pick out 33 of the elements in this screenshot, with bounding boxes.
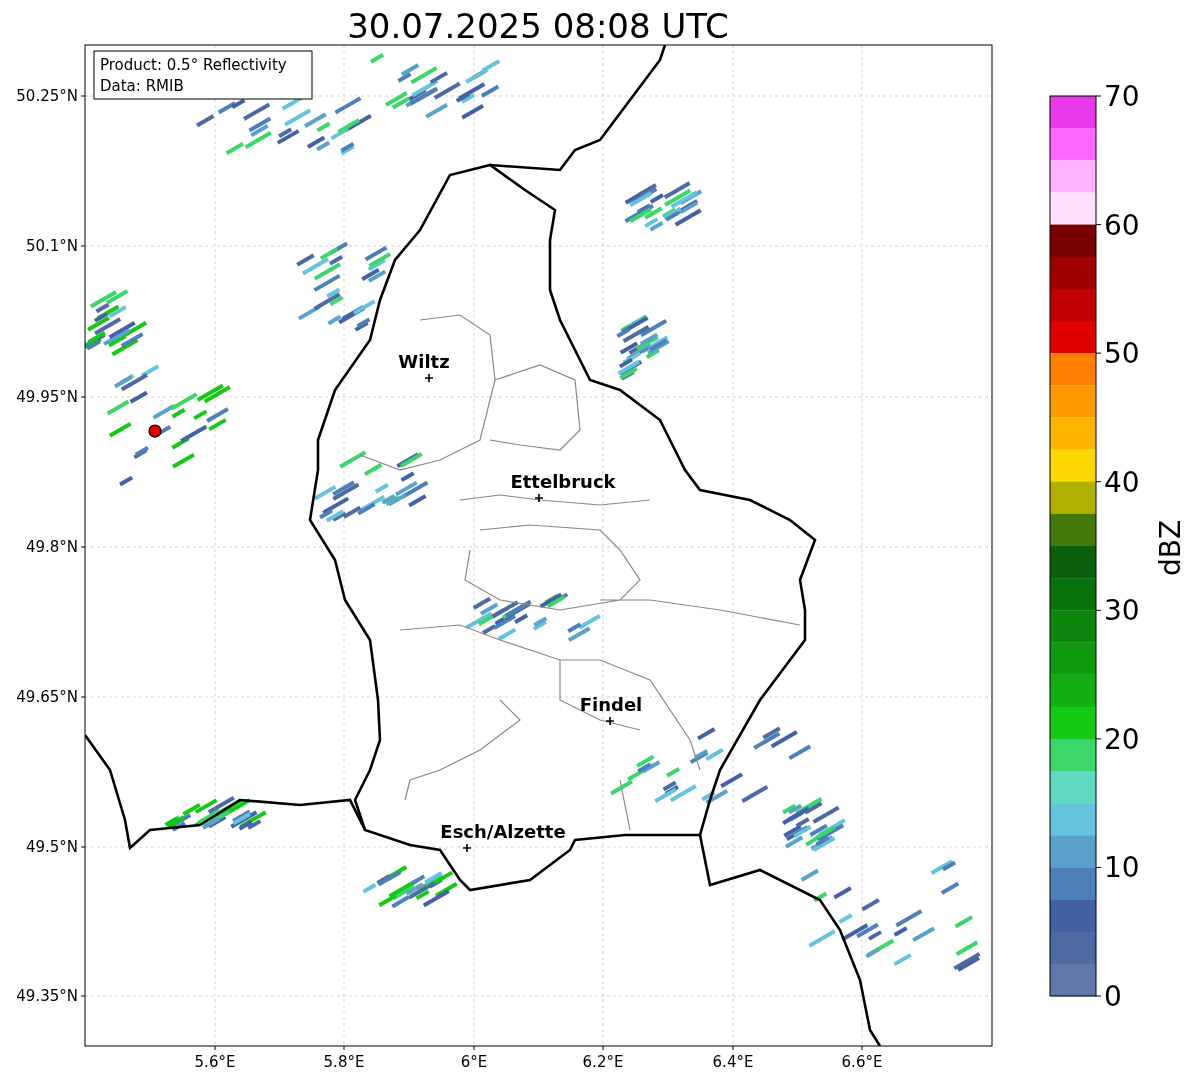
colorbar-tick-label: 40 [1104, 465, 1140, 499]
colorbar-tick-label: 60 [1104, 208, 1140, 242]
colorbar-label: dBZ [1153, 519, 1184, 577]
axis-tick-label: 6.2°E [582, 1053, 624, 1071]
city-marker-icon [424, 373, 434, 383]
axis-tick-label: 6.4°E [712, 1053, 754, 1071]
axis-tick-label: 49.5°N [25, 838, 78, 856]
city-label: Ettelbruck [510, 471, 616, 492]
colorbar-tick-label: 20 [1104, 722, 1140, 756]
colorbar-tick-label: 50 [1104, 337, 1140, 371]
city-label: Esch/Alzette [440, 821, 566, 842]
colorbar-tick-label: 70 [1104, 80, 1140, 113]
info-text: Product: 0.5° Reflectivity [100, 56, 287, 74]
axis-tick-label: 50.1°N [25, 237, 78, 255]
axis-tick-label: 50.25°N [16, 87, 78, 105]
city-label: Wiltz [398, 351, 450, 372]
axis-tick-label: 5.8°E [323, 1053, 365, 1071]
city-label: Findel [579, 694, 643, 715]
axis-tick-label: 49.35°N [16, 987, 78, 1005]
axis-tick-label: 5.6°E [194, 1053, 236, 1071]
colorbar-tick-label: 10 [1104, 851, 1140, 885]
axis-tick-label: 49.95°N [16, 388, 78, 406]
city-marker-icon [462, 843, 472, 853]
city-marker-icon [605, 716, 615, 726]
colorbar-tick-label: 30 [1104, 594, 1140, 628]
colorbar-tick-label: 0 [1104, 980, 1122, 1013]
axis-tick-label: 49.8°N [25, 538, 78, 556]
axis-tick-label: 49.65°N [16, 688, 78, 706]
info-text: Data: RMIB [100, 77, 184, 95]
chart-title: 30.07.2025 08:08 UTC [347, 6, 729, 46]
axis-tick-label: 6.6°E [841, 1053, 883, 1071]
axis-tick-label: 6°E [460, 1053, 488, 1071]
city-marker-icon [534, 493, 544, 503]
